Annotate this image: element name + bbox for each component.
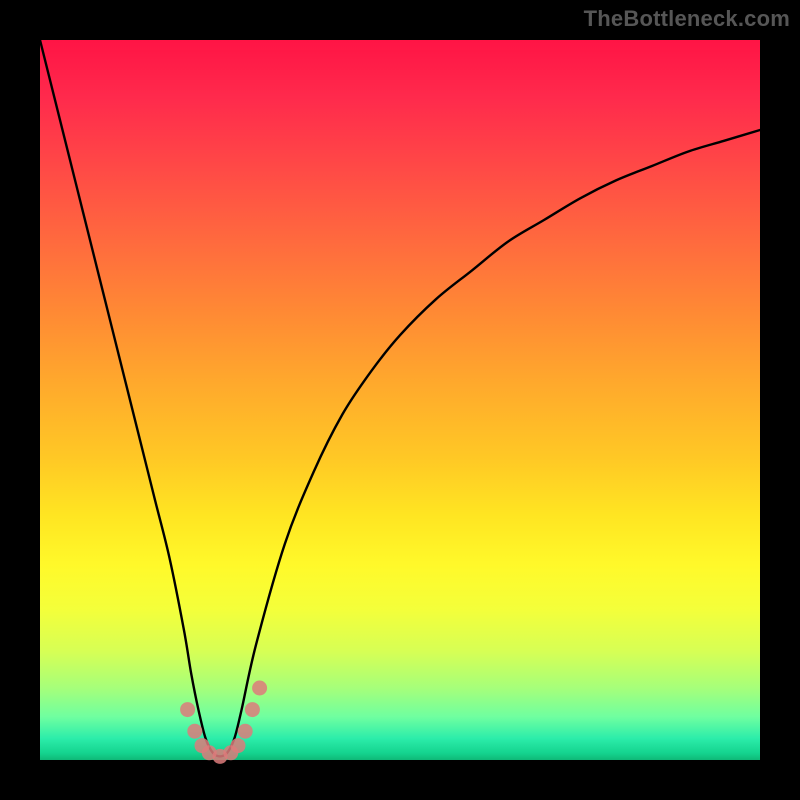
chart-plot-area xyxy=(40,40,760,760)
watermark-text: TheBottleneck.com xyxy=(584,6,790,32)
main-curve xyxy=(40,40,760,756)
trough-dots xyxy=(180,681,267,764)
chart-frame: TheBottleneck.com xyxy=(0,0,800,800)
chart-svg xyxy=(40,40,760,760)
